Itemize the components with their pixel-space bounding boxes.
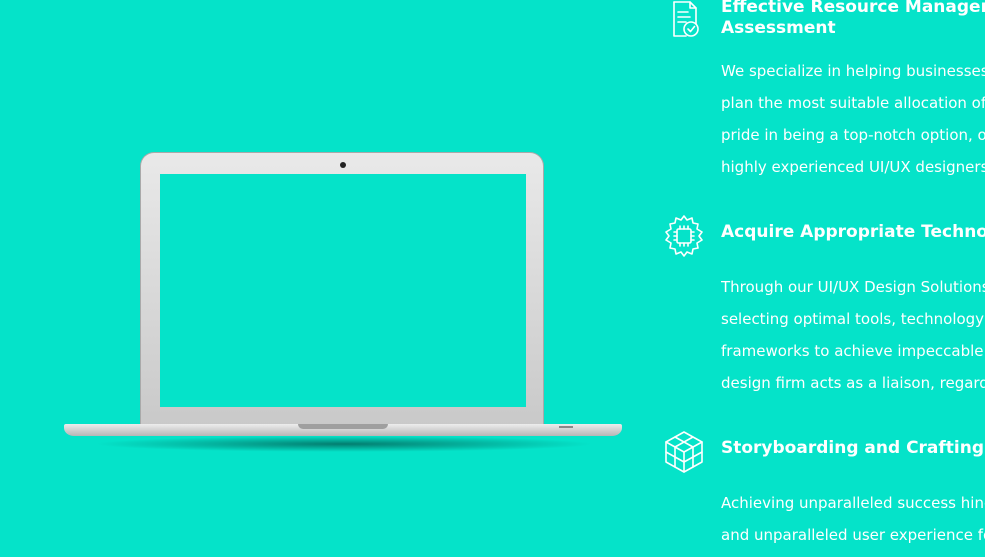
- feature-description: We specialize in helping businesses plan…: [721, 62, 985, 176]
- laptop-shadow: [94, 436, 594, 452]
- feature-title: Effective Resource Management Assessment: [721, 0, 985, 38]
- cube-icon: [660, 428, 708, 476]
- feature-description: Achieving unparalleled success hing and …: [721, 494, 985, 544]
- chip-gear-icon: [660, 212, 708, 260]
- clipboard-check-icon: [660, 0, 708, 44]
- laptop-notch: [298, 424, 388, 429]
- feature-title: Storyboarding and Crafting Ex: [721, 438, 985, 458]
- laptop-mockup: [64, 152, 624, 462]
- laptop-camera: [340, 162, 346, 168]
- laptop-indicator: [559, 426, 573, 428]
- feature-title: Acquire Appropriate Technolog: [721, 222, 985, 242]
- laptop-base: [64, 424, 622, 436]
- laptop-lid: [140, 152, 544, 426]
- laptop-screen: [160, 174, 526, 407]
- feature-description: Through our UI/UX Design Solutions selec…: [721, 278, 985, 392]
